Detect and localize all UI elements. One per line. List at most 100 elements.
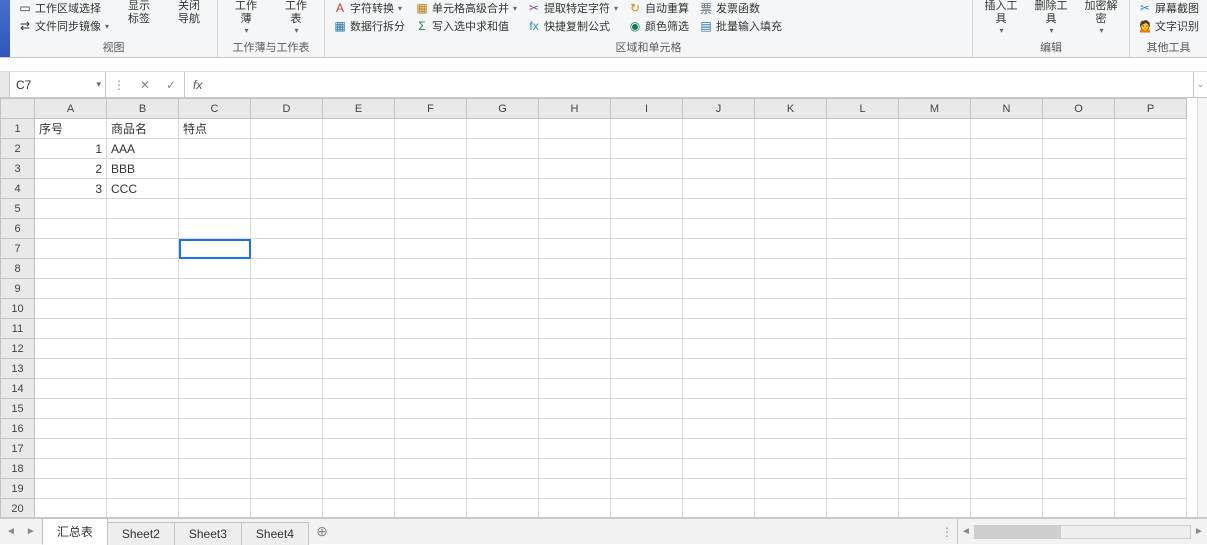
cell[interactable] bbox=[395, 119, 467, 139]
cell[interactable] bbox=[35, 279, 107, 299]
cell[interactable] bbox=[971, 359, 1043, 379]
name-box[interactable]: C7 ▾ bbox=[10, 72, 106, 97]
cell[interactable]: 特点 bbox=[179, 119, 251, 139]
cell[interactable] bbox=[467, 439, 539, 459]
cell[interactable] bbox=[1043, 359, 1115, 379]
scroll-left-button[interactable]: ◄ bbox=[958, 526, 974, 537]
cell[interactable] bbox=[611, 419, 683, 439]
cell[interactable] bbox=[35, 479, 107, 499]
cell[interactable] bbox=[35, 499, 107, 519]
cell[interactable] bbox=[611, 339, 683, 359]
cell[interactable] bbox=[107, 439, 179, 459]
vertical-scrollbar-gutter[interactable] bbox=[1197, 98, 1207, 517]
cell[interactable] bbox=[1043, 319, 1115, 339]
cell[interactable] bbox=[827, 139, 899, 159]
cell[interactable] bbox=[539, 219, 611, 239]
cell[interactable] bbox=[35, 399, 107, 419]
cell[interactable] bbox=[755, 499, 827, 519]
cell[interactable] bbox=[683, 339, 755, 359]
cell[interactable] bbox=[827, 219, 899, 239]
cell[interactable] bbox=[35, 339, 107, 359]
cell[interactable] bbox=[107, 299, 179, 319]
cell[interactable] bbox=[539, 419, 611, 439]
cell[interactable] bbox=[899, 219, 971, 239]
cell[interactable] bbox=[107, 199, 179, 219]
cell[interactable] bbox=[539, 439, 611, 459]
cell[interactable] bbox=[683, 139, 755, 159]
sheet-tab[interactable]: Sheet4 bbox=[241, 522, 309, 545]
cell[interactable] bbox=[683, 279, 755, 299]
cell[interactable] bbox=[683, 179, 755, 199]
cell[interactable] bbox=[971, 499, 1043, 519]
select-all-corner[interactable] bbox=[1, 99, 35, 119]
cell[interactable] bbox=[35, 259, 107, 279]
cell[interactable] bbox=[179, 159, 251, 179]
cell[interactable] bbox=[539, 379, 611, 399]
cell[interactable] bbox=[683, 499, 755, 519]
cell[interactable] bbox=[107, 359, 179, 379]
cell[interactable] bbox=[827, 319, 899, 339]
cell[interactable] bbox=[1115, 199, 1187, 219]
cell[interactable] bbox=[971, 179, 1043, 199]
cell[interactable] bbox=[395, 419, 467, 439]
cell[interactable] bbox=[1043, 279, 1115, 299]
cell[interactable] bbox=[683, 119, 755, 139]
row-header[interactable]: 15 bbox=[1, 399, 35, 419]
row-header[interactable]: 1 bbox=[1, 119, 35, 139]
cell[interactable] bbox=[467, 379, 539, 399]
cell[interactable] bbox=[539, 139, 611, 159]
workbook-button[interactable]: 工作 薄 ▾ bbox=[224, 0, 268, 35]
cell[interactable] bbox=[755, 279, 827, 299]
cell[interactable] bbox=[35, 379, 107, 399]
cell[interactable] bbox=[35, 419, 107, 439]
column-header[interactable]: N bbox=[971, 99, 1043, 119]
cell[interactable] bbox=[899, 339, 971, 359]
cell[interactable] bbox=[899, 479, 971, 499]
cell[interactable] bbox=[755, 219, 827, 239]
cell[interactable] bbox=[539, 499, 611, 519]
cell[interactable] bbox=[251, 319, 323, 339]
cell[interactable] bbox=[395, 159, 467, 179]
cell[interactable] bbox=[251, 339, 323, 359]
cell[interactable] bbox=[467, 359, 539, 379]
cell[interactable] bbox=[395, 259, 467, 279]
screen-capture-button[interactable]: ✂屏幕截图 bbox=[1136, 0, 1201, 16]
row-header[interactable]: 16 bbox=[1, 419, 35, 439]
cell[interactable] bbox=[1043, 479, 1115, 499]
cell[interactable] bbox=[107, 279, 179, 299]
cell[interactable] bbox=[899, 279, 971, 299]
cell[interactable] bbox=[971, 299, 1043, 319]
cell[interactable] bbox=[539, 459, 611, 479]
cell[interactable] bbox=[1115, 399, 1187, 419]
cell[interactable] bbox=[251, 499, 323, 519]
invoice-func-button[interactable]: 票发票函数 bbox=[697, 0, 784, 16]
cell[interactable] bbox=[467, 139, 539, 159]
cell[interactable] bbox=[467, 119, 539, 139]
cell[interactable] bbox=[179, 359, 251, 379]
cell[interactable] bbox=[467, 299, 539, 319]
column-header[interactable]: L bbox=[827, 99, 899, 119]
cell[interactable] bbox=[1043, 499, 1115, 519]
cancel-button[interactable]: ✕ bbox=[132, 78, 158, 92]
cell[interactable] bbox=[611, 479, 683, 499]
cell[interactable] bbox=[827, 279, 899, 299]
row-header[interactable]: 8 bbox=[1, 259, 35, 279]
char-convert-button[interactable]: A字符转换▾ bbox=[331, 0, 407, 16]
cell[interactable] bbox=[683, 359, 755, 379]
cell[interactable] bbox=[35, 199, 107, 219]
cell[interactable] bbox=[971, 419, 1043, 439]
cell[interactable] bbox=[683, 439, 755, 459]
sheet-tab[interactable]: Sheet3 bbox=[174, 522, 242, 545]
cell[interactable] bbox=[539, 319, 611, 339]
row-header[interactable]: 7 bbox=[1, 239, 35, 259]
cell[interactable] bbox=[107, 339, 179, 359]
cell[interactable] bbox=[251, 239, 323, 259]
cell[interactable] bbox=[971, 139, 1043, 159]
cell[interactable] bbox=[179, 279, 251, 299]
cell[interactable] bbox=[827, 399, 899, 419]
cell[interactable] bbox=[1043, 299, 1115, 319]
cell[interactable] bbox=[899, 359, 971, 379]
cell[interactable] bbox=[251, 179, 323, 199]
cell[interactable] bbox=[683, 199, 755, 219]
cell[interactable] bbox=[1043, 159, 1115, 179]
